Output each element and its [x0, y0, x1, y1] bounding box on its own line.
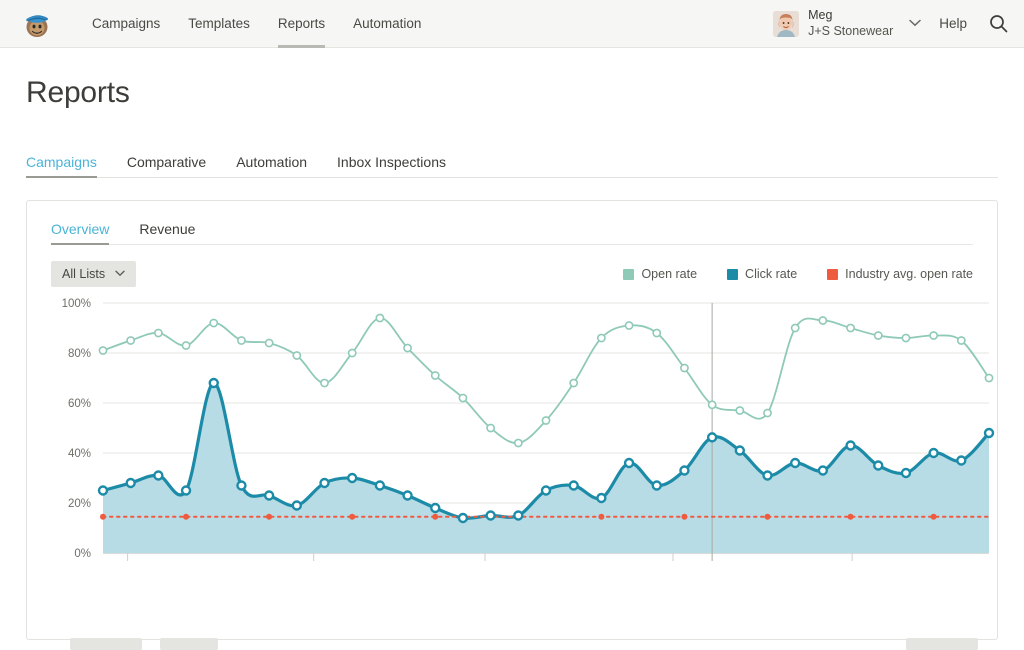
chart-controls-row: All Lists Open rate Click rate Industry …: [51, 261, 973, 287]
nav-link-campaigns[interactable]: Campaigns: [78, 0, 174, 48]
footer-button-right[interactable]: [906, 638, 978, 650]
tab-inbox-inspections[interactable]: Inbox Inspections: [337, 154, 446, 177]
help-link[interactable]: Help: [939, 16, 967, 31]
tab-overview[interactable]: Overview: [51, 221, 109, 244]
all-lists-dropdown[interactable]: All Lists: [51, 261, 136, 287]
chevron-down-icon: [115, 269, 125, 280]
footer-button-left[interactable]: [70, 638, 142, 650]
footer-button-mid[interactable]: [160, 638, 218, 650]
user-identity[interactable]: Meg J+S Stonewear: [808, 8, 893, 39]
tab-automation[interactable]: Automation: [236, 154, 307, 177]
legend-swatch-industry-avg: [827, 269, 838, 280]
y-axis-tick-label: 40%: [68, 448, 91, 460]
all-lists-label: All Lists: [62, 267, 105, 281]
tab-campaigns[interactable]: Campaigns: [26, 154, 97, 177]
primary-nav-links: Campaigns Templates Reports Automation: [78, 0, 435, 48]
chart-legend: Open rate Click rate Industry avg. open …: [593, 267, 973, 281]
legend-label-industry-avg: Industry avg. open rate: [845, 267, 973, 281]
nav-link-templates[interactable]: Templates: [174, 0, 264, 48]
y-axis-tick-label: 100%: [62, 298, 91, 310]
nav-link-automation[interactable]: Automation: [339, 0, 435, 48]
tab-comparative[interactable]: Comparative: [127, 154, 206, 177]
user-name: Meg: [808, 8, 893, 24]
card-tab-bar: Overview Revenue: [51, 219, 973, 245]
legend-item-open-rate[interactable]: Open rate: [623, 267, 697, 281]
rates-chart: 0%20%40%60%80%100% 59.28% Open Rate 46.2…: [27, 295, 997, 595]
chart-canvas[interactable]: 0% 20% 40% 60% 80% 100%: [27, 295, 999, 595]
legend-swatch-open-rate: [623, 269, 634, 280]
y-axis-tick-label: 20%: [68, 498, 91, 510]
legend-item-click-rate[interactable]: Click rate: [727, 267, 797, 281]
mailchimp-monkey-logo-icon[interactable]: [20, 7, 54, 41]
reports-tab-bar: Campaigns Comparative Automation Inbox I…: [26, 152, 998, 178]
y-axis-tick-label: 0%: [74, 548, 91, 560]
legend-swatch-click-rate: [727, 269, 738, 280]
report-card: Overview Revenue All Lists Open rate Cli…: [26, 200, 998, 640]
tab-revenue[interactable]: Revenue: [139, 221, 195, 244]
y-axis-tick-label: 60%: [68, 398, 91, 410]
page-title: Reports: [26, 76, 1024, 110]
chevron-down-icon[interactable]: [909, 18, 921, 30]
nav-link-reports[interactable]: Reports: [264, 0, 339, 48]
legend-label-click-rate: Click rate: [745, 267, 797, 281]
y-axis-tick-label: 80%: [68, 348, 91, 360]
legend-item-industry-avg[interactable]: Industry avg. open rate: [827, 267, 973, 281]
avatar[interactable]: [773, 11, 799, 37]
user-area: Meg J+S Stonewear Help: [773, 8, 1008, 39]
top-navigation-bar: Campaigns Templates Reports Automation M…: [0, 0, 1024, 48]
search-icon[interactable]: [989, 14, 1008, 33]
legend-label-open-rate: Open rate: [641, 267, 697, 281]
user-organization: J+S Stonewear: [808, 24, 893, 40]
